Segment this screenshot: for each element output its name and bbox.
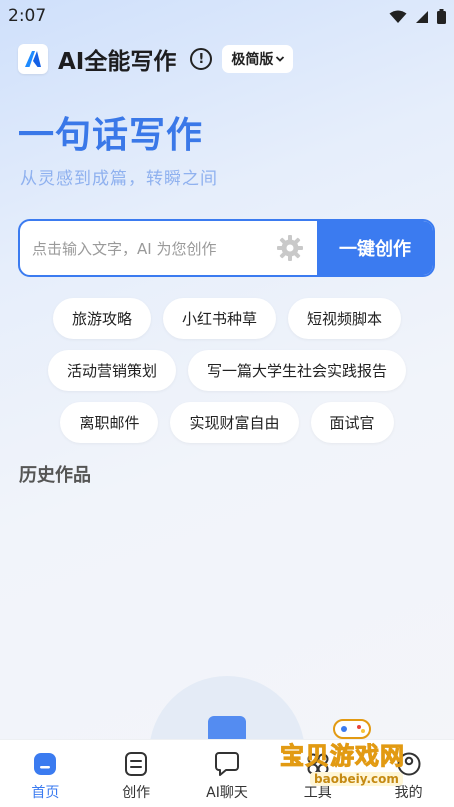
hero-title: 一句话写作 (18, 115, 204, 156)
tab-label: 创作 (122, 785, 151, 801)
status-time: 2:07 (8, 6, 47, 26)
chip-resignation-email[interactable]: 离职邮件 (60, 402, 159, 443)
chevron-down-icon (276, 56, 285, 62)
chip-financial-freedom[interactable]: 实现财富自由 (170, 402, 299, 443)
wifi-icon (389, 10, 407, 23)
hero-subtitle: 从灵感到成篇，转瞬之间 (20, 169, 218, 189)
app-header: AI全能写作 ! 极简版 (18, 42, 294, 76)
suggestion-chips: 旅游攻略 小红书种草 短视频脚本 活动营销策划 写一篇大学生社会实践报告 离职邮… (0, 298, 454, 454)
tab-label: 首页 (31, 785, 60, 801)
info-symbol: ! (198, 51, 205, 67)
watermark-text: 宝贝游戏网 (280, 742, 405, 771)
signal-icon (416, 10, 428, 23)
chip-row: 活动营销策划 写一篇大学生社会实践报告 (0, 350, 454, 391)
tab-home[interactable]: 首页 (0, 740, 91, 807)
chip-marketing-plan[interactable]: 活动营销策划 (47, 350, 176, 391)
version-dropdown[interactable]: 极简版 (222, 45, 294, 73)
chip-travel-guide[interactable]: 旅游攻略 (52, 298, 151, 339)
document-icon (122, 750, 150, 778)
tab-ai-chat[interactable]: AI聊天 (182, 740, 273, 807)
gear-icon[interactable] (277, 235, 303, 261)
app-logo-icon (18, 44, 48, 74)
version-label: 极简版 (231, 52, 274, 68)
watermark-url: baobeiy.com (310, 772, 403, 786)
chat-bubble-icon (213, 750, 241, 778)
app-title: AI全能写作 (58, 49, 177, 75)
prompt-input[interactable]: 点击输入文字，AI 为您创作 (20, 221, 317, 275)
status-bar: 2:07 (0, 0, 454, 32)
status-icons (389, 9, 446, 24)
chip-practice-report[interactable]: 写一篇大学生社会实践报告 (188, 350, 407, 391)
one-click-create-button[interactable]: 一键创作 (317, 221, 433, 275)
home-icon (31, 750, 59, 778)
prompt-placeholder: 点击输入文字，AI 为您创作 (32, 239, 217, 258)
chip-interviewer[interactable]: 面试官 (310, 402, 394, 443)
info-icon[interactable]: ! (190, 48, 213, 70)
battery-icon (437, 9, 446, 24)
history-title: 历史作品 (19, 465, 91, 486)
tab-label: AI聊天 (206, 785, 248, 801)
chip-row: 离职邮件 实现财富自由 面试官 (0, 402, 454, 443)
chip-row: 旅游攻略 小红书种草 短视频脚本 (0, 298, 454, 339)
site-watermark: 宝贝游戏网 baobeiy.com (276, 716, 436, 792)
chip-short-video-script[interactable]: 短视频脚本 (288, 298, 402, 339)
tab-create[interactable]: 创作 (91, 740, 182, 807)
prompt-input-bar: 点击输入文字，AI 为您创作 一键创作 (18, 219, 435, 277)
chip-xiaohongshu[interactable]: 小红书种草 (162, 298, 276, 339)
